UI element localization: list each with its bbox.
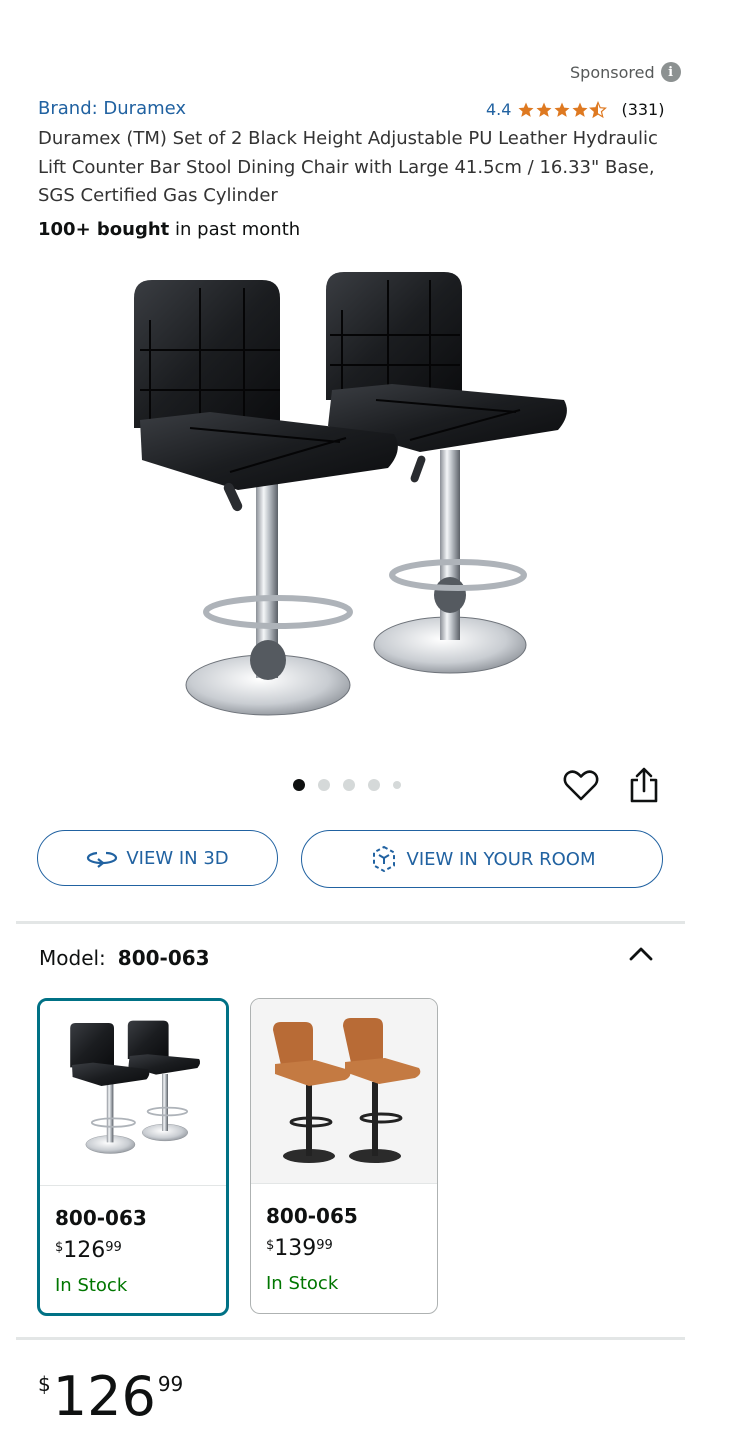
image-carousel-dots[interactable] xyxy=(293,779,401,791)
view-in-3d-button[interactable]: VIEW IN 3D xyxy=(37,830,278,886)
model-option-name: 800-065 xyxy=(266,1204,358,1228)
model-option-stock: In Stock xyxy=(266,1273,339,1294)
view-in-your-room-button[interactable]: VIEW IN YOUR ROOM xyxy=(301,830,663,888)
star-icon xyxy=(554,102,570,117)
carousel-dot[interactable] xyxy=(343,779,355,791)
carousel-dot[interactable] xyxy=(293,779,305,791)
star-icon xyxy=(572,102,588,117)
model-thumbnail xyxy=(251,999,437,1184)
price-whole: 126 xyxy=(52,1365,156,1428)
price-cents: 99 xyxy=(157,1372,184,1396)
info-icon[interactable]: i xyxy=(660,62,681,82)
model-option-price: $12699 xyxy=(55,1238,122,1263)
rotate-3d-icon xyxy=(87,851,118,868)
tan-stool-right xyxy=(343,1018,421,1163)
model-selected-value: 800-063 xyxy=(117,946,210,970)
section-divider xyxy=(16,1337,685,1340)
sponsored-label[interactable]: Sponsored i xyxy=(570,62,681,82)
section-divider xyxy=(16,921,685,924)
star-icon xyxy=(536,102,552,117)
bought-in-past-month: 100+ bought in past month xyxy=(38,219,300,240)
half-star-icon xyxy=(589,100,608,118)
sponsored-text: Sponsored xyxy=(570,62,655,82)
rating-value: 4.4 xyxy=(486,100,512,119)
bought-count: 100+ bought xyxy=(38,219,170,240)
model-option-stock: In Stock xyxy=(55,1275,128,1296)
model-option-800-065[interactable]: 800-065 $13999 In Stock xyxy=(250,998,438,1314)
stool-right xyxy=(326,272,567,674)
heart-icon[interactable] xyxy=(562,766,600,804)
carousel-dot[interactable] xyxy=(318,779,330,791)
carousel-dot[interactable] xyxy=(368,779,380,791)
ar-cube-icon xyxy=(372,845,395,873)
carousel-dot[interactable] xyxy=(393,781,401,789)
product-price: $ 126 99 xyxy=(38,1370,183,1424)
model-option-name: 800-063 xyxy=(55,1206,147,1230)
product-image[interactable] xyxy=(80,250,640,750)
chevron-up-icon[interactable] xyxy=(628,944,654,964)
model-label: Model: xyxy=(39,946,106,970)
view-in-your-room-label: VIEW IN YOUR ROOM xyxy=(406,848,596,870)
star-icon xyxy=(518,102,534,117)
rating-count: (331) xyxy=(621,100,665,119)
rating-stars xyxy=(517,100,608,119)
model-option-800-063[interactable]: 800-063 $12699 In Stock xyxy=(37,998,229,1316)
model-option-price: $13999 xyxy=(266,1236,333,1261)
price-symbol: $ xyxy=(38,1372,51,1396)
product-title: Duramex (TM) Set of 2 Black Height Adjus… xyxy=(38,128,658,206)
rating-summary[interactable]: 4.4 (331) xyxy=(486,100,664,119)
view-in-3d-label: VIEW IN 3D xyxy=(126,847,229,869)
bought-suffix: in past month xyxy=(169,219,301,240)
share-icon[interactable] xyxy=(626,766,662,804)
model-thumbnail xyxy=(40,1001,226,1186)
model-selector-header[interactable]: Model: 800-063 xyxy=(39,946,210,970)
brand-link[interactable]: Brand: Duramex xyxy=(38,98,186,119)
tan-stool-left xyxy=(273,1022,351,1163)
